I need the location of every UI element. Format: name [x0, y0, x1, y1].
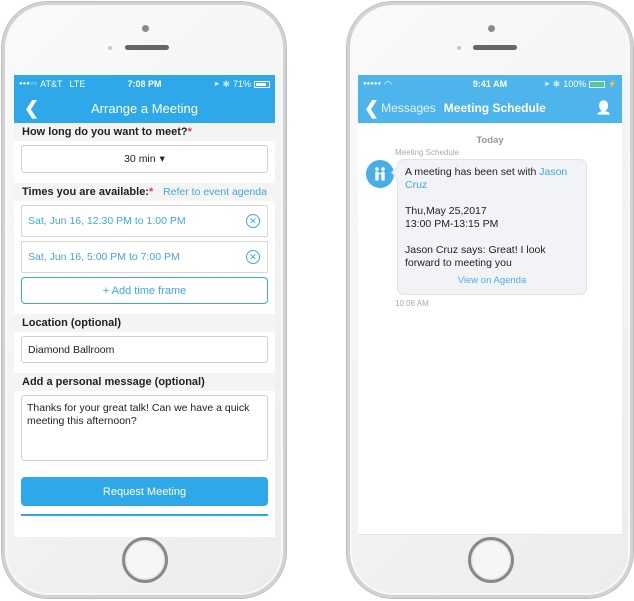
carrier: AT&T — [40, 79, 63, 89]
reply-text: Jason Cruz says: Great! I look forward t… — [405, 244, 546, 269]
arrange-meeting-screen: ●●●○○ AT&T LTE 7:08 PM ➤ ✱ 71% ❮ Arrange… — [14, 75, 275, 537]
location-label: Location (optional) — [22, 317, 121, 329]
message-bubble: A meeting has been set with Jason Cruz T… — [397, 159, 587, 295]
meeting-schedule-screen: ●●●●● ◠ 9:41 AM ➤ ✱ 100% ⚡ ❮ Messages Me… — [358, 75, 622, 535]
earpiece-speaker — [473, 45, 517, 50]
times-label: Times you are available: — [22, 186, 149, 198]
request-meeting-button[interactable]: Request Meeting — [21, 477, 268, 506]
bluetooth-icon: ✱ — [222, 78, 230, 89]
profile-icon[interactable]: 👤 — [596, 100, 612, 116]
required-mark: * — [187, 126, 192, 138]
times-section-header: Times you are available:* Refer to event… — [14, 183, 275, 201]
location-input[interactable]: Diamond Ballroom — [21, 336, 268, 363]
earpiece-speaker — [125, 45, 169, 50]
people-icon — [375, 167, 385, 181]
time-slot-row[interactable]: Sat, Jun 16, 5:00 PM to 7:00 PM ✕ — [21, 241, 268, 273]
message-row: A meeting has been set with Jason Cruz T… — [366, 159, 614, 295]
meeting-time: 13:00 PM-13:15 PM — [405, 218, 499, 230]
duration-select[interactable]: 30 min ▾ — [21, 145, 268, 173]
add-time-frame-button[interactable]: + Add time frame — [21, 277, 268, 304]
required-mark: * — [148, 186, 154, 198]
date-separator: Today — [476, 135, 504, 146]
sender-name: Meeting Schedule — [395, 148, 460, 157]
duration-value: 30 min — [124, 153, 156, 165]
nav-bar: ❮ Arrange a Meeting — [14, 93, 275, 123]
page-title: Arrange a Meeting — [91, 100, 198, 116]
signal-icon: ●●●●● — [363, 81, 382, 87]
home-button[interactable] — [468, 537, 514, 583]
bottom-divider — [358, 534, 622, 535]
phone-left: ●●●○○ AT&T LTE 7:08 PM ➤ ✱ 71% ❮ Arrange… — [2, 2, 286, 598]
time-slot-text: Sat, Jun 16, 12:30 PM to 1:00 PM — [28, 215, 186, 227]
charging-icon: ⚡ — [608, 81, 617, 88]
battery-icon — [254, 80, 270, 88]
time-slot-row[interactable]: Sat, Jun 16, 12:30 PM to 1:00 PM ✕ — [21, 205, 268, 237]
chat-thread: Today Meeting Schedule A meeting has bee… — [358, 123, 622, 308]
duration-section-header: How long do you want to meet?* — [14, 123, 275, 141]
message-label: Add a personal message (optional) — [22, 376, 205, 388]
back-icon[interactable]: ❮ — [358, 93, 381, 123]
remove-icon[interactable]: ✕ — [246, 214, 260, 228]
back-messages-link[interactable]: Messages — [381, 101, 436, 115]
message-textarea[interactable]: Thanks for your great talk! Can we have … — [21, 395, 268, 461]
battery-percent: 100% — [563, 79, 587, 89]
back-icon[interactable]: ❮ — [14, 93, 49, 123]
message-section-header: Add a personal message (optional) — [14, 373, 275, 391]
location-section-header: Location (optional) — [14, 314, 275, 332]
front-camera — [142, 25, 149, 32]
cut-off-button-edge — [21, 514, 268, 516]
status-bar: ●●●○○ AT&T LTE 7:08 PM ➤ ✱ 71% — [14, 75, 275, 93]
battery-icon — [589, 80, 606, 88]
home-button[interactable] — [122, 537, 168, 583]
message-text: A meeting has been set with — [405, 166, 540, 178]
signal-icon: ●●●○○ — [19, 81, 38, 87]
proximity-sensor — [457, 46, 461, 50]
time-slot-text: Sat, Jun 16, 5:00 PM to 7:00 PM — [28, 251, 180, 263]
meeting-date: Thu,May 25,2017 — [405, 205, 487, 217]
battery-percent: 71% — [232, 79, 251, 89]
front-camera — [488, 25, 495, 32]
duration-label: How long do you want to meet? — [22, 126, 188, 138]
phone-right: ●●●●● ◠ 9:41 AM ➤ ✱ 100% ⚡ ❮ Messages Me… — [347, 2, 633, 598]
remove-icon[interactable]: ✕ — [246, 250, 260, 264]
status-bar: ●●●●● ◠ 9:41 AM ➤ ✱ 100% ⚡ — [358, 75, 622, 93]
bluetooth-icon: ✱ — [552, 78, 561, 89]
proximity-sensor — [108, 46, 112, 50]
message-timestamp: 10:06 AM — [395, 299, 429, 308]
nav-bar: ❮ Messages Meeting Schedule 👤 — [358, 93, 622, 123]
meeting-avatar-icon — [366, 160, 394, 188]
wifi-icon: ◠ — [384, 78, 392, 89]
refer-agenda-link[interactable]: Refer to event agenda — [163, 186, 267, 198]
dropdown-icon: ▾ — [159, 153, 165, 165]
network-type: LTE — [69, 79, 86, 89]
page-title: Meeting Schedule — [443, 101, 546, 115]
location-icon: ➤ — [543, 81, 550, 88]
location-icon: ➤ — [213, 81, 220, 88]
view-on-agenda-link[interactable]: View on Agenda — [405, 274, 579, 287]
